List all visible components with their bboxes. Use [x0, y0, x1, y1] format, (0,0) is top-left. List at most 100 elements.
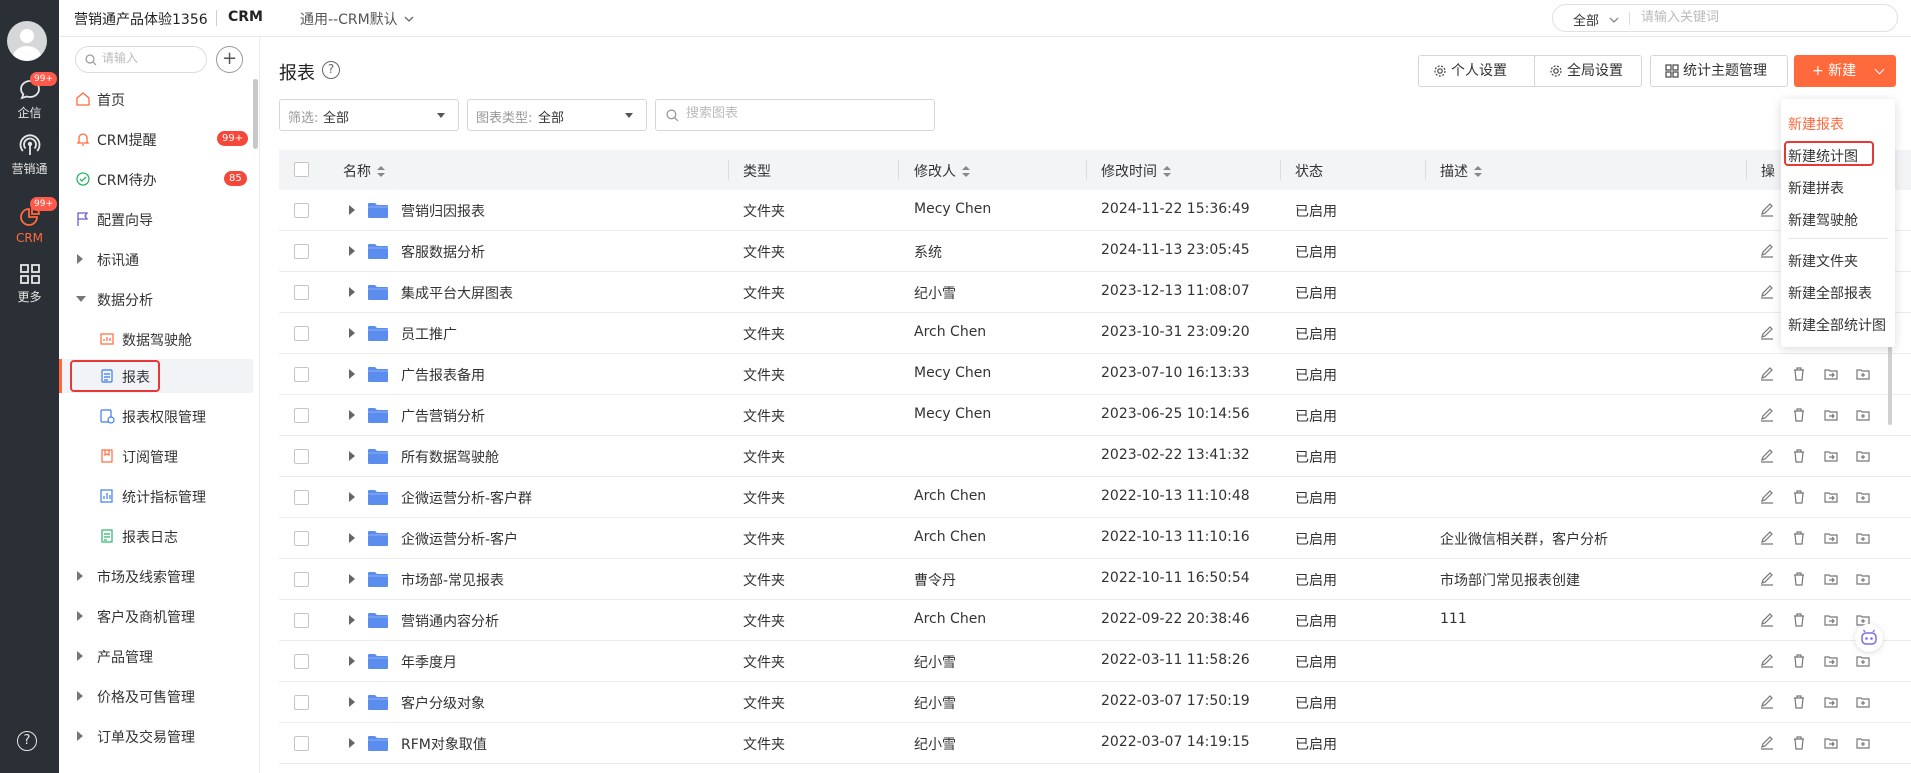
sidebar-item-reports[interactable]: 报表	[59, 359, 253, 393]
row-name[interactable]: 年季度月	[401, 652, 457, 672]
sidebar-item-crm-todo[interactable]: CRM待办 85	[59, 162, 253, 196]
delete-icon[interactable]	[1791, 448, 1807, 464]
column-header-modified[interactable]: 修改时间	[1101, 161, 1171, 181]
expand-caret-icon[interactable]	[349, 451, 355, 461]
expand-caret-icon[interactable]	[349, 369, 355, 379]
row-checkbox[interactable]	[294, 654, 309, 669]
expand-caret-icon[interactable]	[349, 615, 355, 625]
scheme-selector[interactable]: 通用--CRM默认	[300, 9, 414, 29]
menu-item-new-joined-report[interactable]: 新建拼表	[1788, 178, 1844, 198]
row-name[interactable]: 所有数据驾驶舱	[401, 447, 499, 467]
sidebar-item-home[interactable]: 首页	[59, 82, 253, 116]
add-folder-icon[interactable]	[1855, 448, 1871, 464]
add-menu-button[interactable]: +	[216, 46, 243, 73]
expand-caret-icon[interactable]	[349, 328, 355, 338]
table-row[interactable]: 员工推广 文件夹 Arch Chen 2023-10-31 23:09:20 已启用	[279, 313, 1911, 354]
expand-caret-icon[interactable]	[349, 410, 355, 420]
row-checkbox[interactable]	[294, 203, 309, 218]
sidebar-group-pricing[interactable]: 价格及可售管理	[59, 679, 253, 713]
move-in-icon[interactable]	[1823, 735, 1839, 751]
edit-icon[interactable]	[1759, 407, 1775, 423]
expand-caret-icon[interactable]	[349, 287, 355, 297]
menu-item-new-folder[interactable]: 新建文件夹	[1788, 251, 1858, 271]
row-checkbox[interactable]	[294, 285, 309, 300]
table-row[interactable]: 客服数据分析 文件夹 系统 2024-11-13 23:05:45 已启用	[279, 231, 1911, 272]
move-in-icon[interactable]	[1823, 571, 1839, 587]
sidebar-group-biaoxuntong[interactable]: 标讯通	[59, 242, 253, 276]
new-button[interactable]: + 新建	[1794, 55, 1896, 87]
sidebar-group-marketing-leads[interactable]: 市场及线索管理	[59, 559, 253, 593]
table-row[interactable]: 企微运营分析-客户 文件夹 Arch Chen 2022-10-13 11:10:16…	[279, 518, 1911, 559]
edit-icon[interactable]	[1759, 694, 1775, 710]
delete-icon[interactable]	[1791, 407, 1807, 423]
expand-caret-icon[interactable]	[349, 656, 355, 666]
move-in-icon[interactable]	[1823, 530, 1839, 546]
search-scope-selector[interactable]: 全部	[1573, 10, 1619, 29]
row-name[interactable]: 广告报表备用	[401, 365, 485, 385]
expand-caret-icon[interactable]	[349, 738, 355, 748]
delete-icon[interactable]	[1791, 571, 1807, 587]
menu-item-new-all-charts[interactable]: 新建全部统计图	[1788, 315, 1886, 335]
row-name[interactable]: 广告营销分析	[401, 406, 485, 426]
menu-item-new-all-reports[interactable]: 新建全部报表	[1788, 283, 1872, 303]
row-name[interactable]: 客服数据分析	[401, 242, 485, 262]
row-checkbox[interactable]	[294, 695, 309, 710]
edit-icon[interactable]	[1759, 571, 1775, 587]
row-checkbox[interactable]	[294, 449, 309, 464]
move-in-icon[interactable]	[1823, 653, 1839, 669]
row-name[interactable]: 市场部-常见报表	[401, 570, 504, 590]
sidebar-item-data-cockpit[interactable]: 数据驾驶舱	[59, 322, 253, 356]
row-checkbox[interactable]	[294, 736, 309, 751]
edit-icon[interactable]	[1759, 284, 1775, 300]
sidebar-item-crm-reminder[interactable]: CRM提醒 99+	[59, 122, 253, 156]
rail-item-crm[interactable]: CRM 99+	[0, 197, 59, 255]
row-name[interactable]: 员工推广	[401, 324, 457, 344]
edit-icon[interactable]	[1759, 243, 1775, 259]
table-row[interactable]: 广告报表备用 文件夹 Mecy Chen 2023-07-10 16:13:33 已启用	[279, 354, 1911, 395]
add-folder-icon[interactable]	[1855, 489, 1871, 505]
table-row[interactable]: 广告营销分析 文件夹 Mecy Chen 2023-06-25 10:14:56 已启用	[279, 395, 1911, 436]
row-checkbox[interactable]	[294, 531, 309, 546]
move-in-icon[interactable]	[1823, 694, 1839, 710]
sidebar-group-orders[interactable]: 订单及交易管理	[59, 719, 253, 753]
move-in-icon[interactable]	[1823, 448, 1839, 464]
delete-icon[interactable]	[1791, 694, 1807, 710]
table-row[interactable]: RFM对象取值 文件夹 纪小雪 2022-03-07 14:19:15 已启用	[279, 723, 1911, 764]
global-settings-button[interactable]: 全局设置	[1534, 55, 1642, 87]
sidebar-group-data-analysis[interactable]: 数据分析	[59, 282, 253, 316]
move-in-icon[interactable]	[1823, 366, 1839, 382]
table-row[interactable]: 集成平台大屏图表 文件夹 纪小雪 2023-12-13 11:08:07 已启用	[279, 272, 1911, 313]
row-name[interactable]: 集成平台大屏图表	[401, 283, 513, 303]
edit-icon[interactable]	[1759, 653, 1775, 669]
sidebar-item-metrics[interactable]: 统计指标管理	[59, 479, 253, 513]
sidebar-group-customers[interactable]: 客户及商机管理	[59, 599, 253, 633]
sidebar-group-products[interactable]: 产品管理	[59, 639, 253, 673]
assistant-bot-icon[interactable]	[1855, 624, 1883, 652]
select-all-checkbox[interactable]	[294, 162, 309, 177]
user-avatar[interactable]	[7, 21, 47, 61]
global-search-input[interactable]	[1641, 10, 1881, 25]
edit-icon[interactable]	[1759, 202, 1775, 218]
sidebar-search-input[interactable]	[102, 51, 202, 65]
edit-icon[interactable]	[1759, 489, 1775, 505]
delete-icon[interactable]	[1791, 489, 1807, 505]
expand-caret-icon[interactable]	[349, 697, 355, 707]
row-name[interactable]: 营销通内容分析	[401, 611, 499, 631]
add-folder-icon[interactable]	[1855, 530, 1871, 546]
filter-select[interactable]: 筛选: 全部	[279, 99, 459, 131]
row-checkbox[interactable]	[294, 244, 309, 259]
org-name[interactable]: 营销通产品体验1356	[74, 9, 208, 29]
row-name[interactable]: 企微运营分析-客户群	[401, 488, 532, 508]
rail-item-more[interactable]: 更多	[0, 262, 59, 312]
table-row[interactable]: 客户分级对象 文件夹 纪小雪 2022-03-07 17:50:19 已启用	[279, 682, 1911, 723]
table-row[interactable]: 市场部-常见报表 文件夹 曹令丹 2022-10-11 16:50:54 已启用 市场部门…	[279, 559, 1911, 600]
expand-caret-icon[interactable]	[349, 246, 355, 256]
sidebar-item-setup-guide[interactable]: 配置向导	[59, 202, 253, 236]
sidebar-item-report-log[interactable]: 报表日志	[59, 519, 253, 553]
column-header-name[interactable]: 名称	[343, 161, 385, 181]
add-folder-icon[interactable]	[1855, 653, 1871, 669]
expand-caret-icon[interactable]	[349, 205, 355, 215]
edit-icon[interactable]	[1759, 448, 1775, 464]
row-name[interactable]: 企微运营分析-客户	[401, 529, 518, 549]
edit-icon[interactable]	[1759, 530, 1775, 546]
